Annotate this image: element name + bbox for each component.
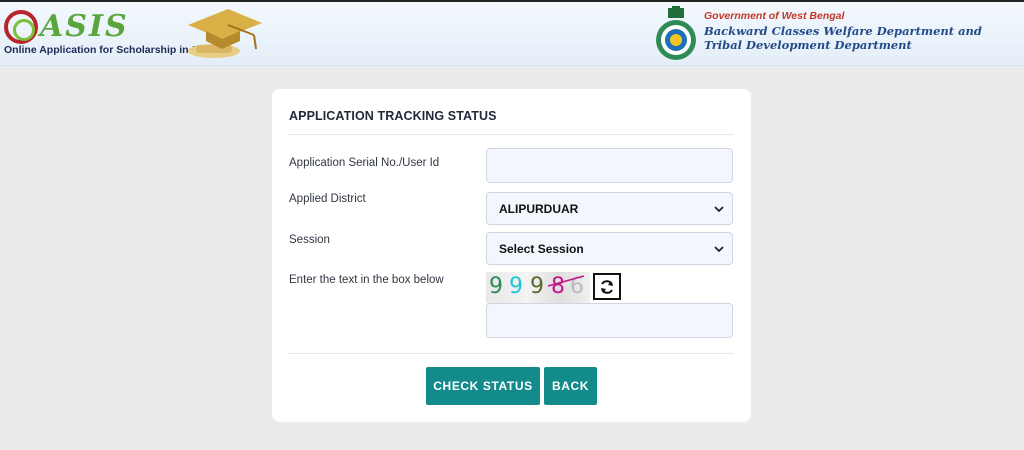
back-button[interactable]: BACK [544,367,597,405]
captcha-input[interactable] [486,303,733,338]
serial-input[interactable] [486,148,733,183]
captcha-noise-line [547,275,585,287]
footer-divider [288,353,734,354]
session-select[interactable]: Select Session [486,232,733,265]
site-header: ASIS Online Application for Scholarship … [0,0,1024,66]
tracking-status-card: APPLICATION TRACKING STATUS Application … [272,89,751,422]
captcha-refresh-button[interactable] [593,273,621,300]
refresh-icon [601,279,613,294]
mortarboard-icon [188,9,262,58]
captcha-char: 9 [509,274,523,299]
district-select[interactable]: ALIPURDUAR [486,192,733,225]
chevron-down-icon [714,206,724,213]
oasis-logo[interactable]: ASIS [4,4,129,44]
west-bengal-emblem-icon [656,6,696,60]
logo-letters: ASIS [40,9,129,44]
department-line-2: Tribal Development Department [704,38,912,52]
check-status-button[interactable]: CHECK STATUS [426,367,540,405]
title-divider [288,134,734,135]
captcha-char: 9 [489,274,503,299]
session-selected-value: Select Session [499,241,584,256]
chevron-down-icon [714,246,724,253]
district-selected-value: ALIPURDUAR [499,201,579,216]
serial-label: Application Serial No./User Id [289,157,440,169]
session-label: Session [289,234,330,246]
department-line-1: Backward Classes Welfare Department and [704,24,982,38]
captcha-label: Enter the text in the box below [289,274,444,286]
govt-name: Government of West Bengal [704,10,845,22]
captcha-image: 9 9 9 8 6 [486,272,590,303]
card-title: APPLICATION TRACKING STATUS [289,109,497,123]
captcha-char: 9 [530,274,544,299]
district-label: Applied District [289,193,366,205]
logo-o-mark [4,10,38,44]
